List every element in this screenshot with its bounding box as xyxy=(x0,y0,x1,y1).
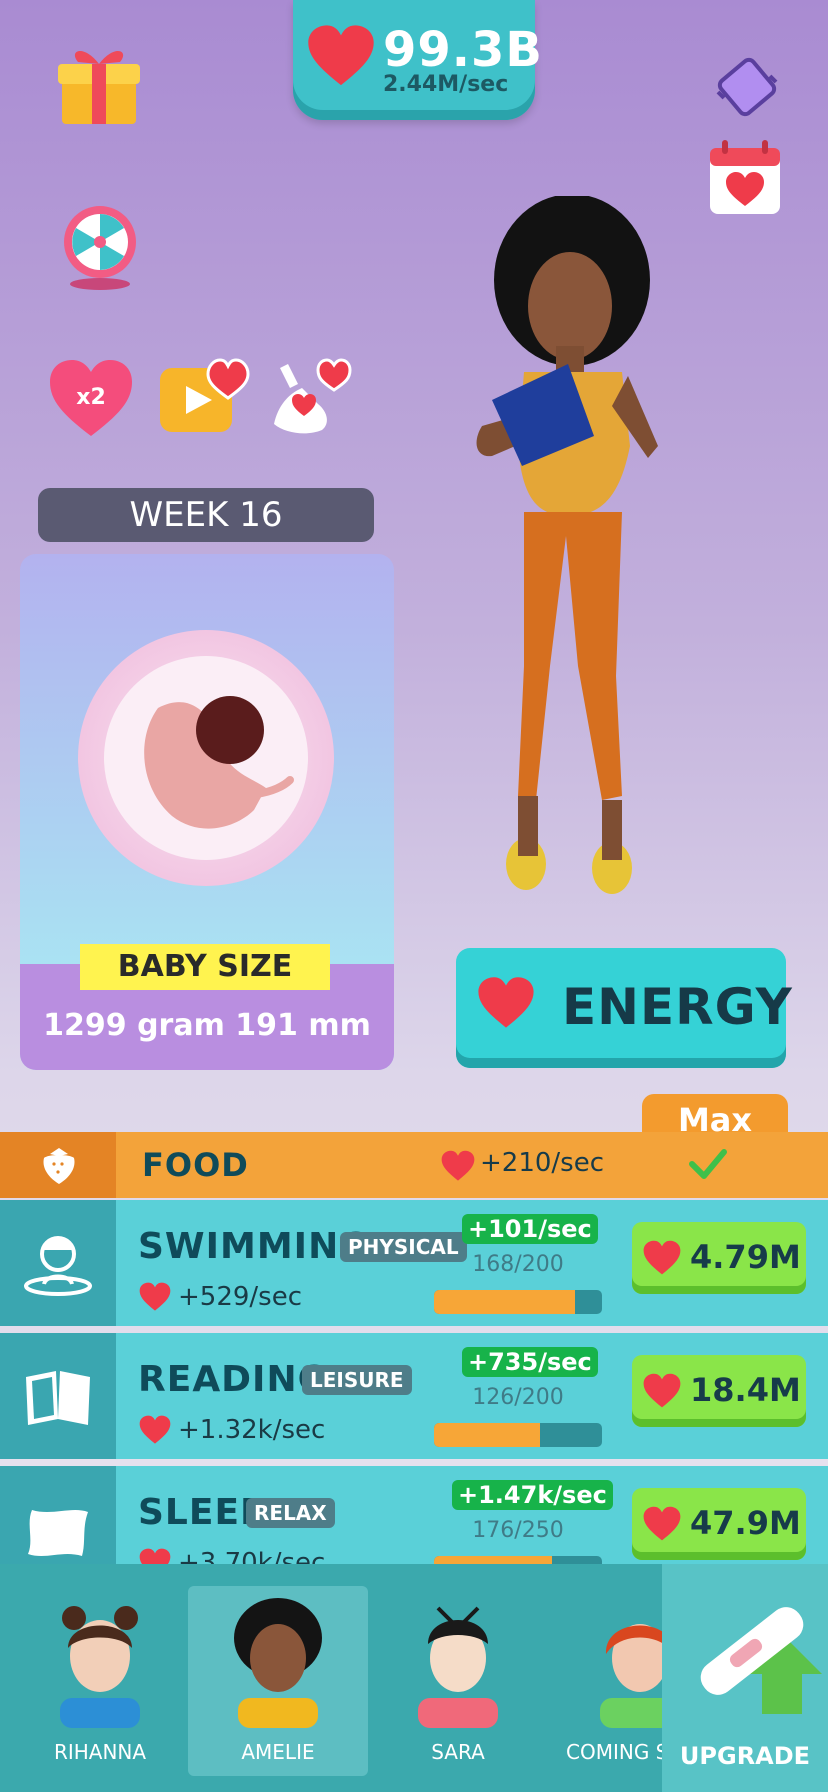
activity-progress-bar xyxy=(434,1423,602,1447)
heart-icon xyxy=(478,977,534,1028)
hands-heart-icon[interactable] xyxy=(268,354,358,436)
upgrade-button[interactable]: UPGRADE xyxy=(662,1564,828,1792)
buy-button[interactable]: 4.79M xyxy=(632,1222,806,1294)
check-icon xyxy=(689,1149,727,1179)
heart-icon xyxy=(139,1282,171,1311)
spin-wheel-icon[interactable] xyxy=(58,200,142,292)
gift-icon[interactable] xyxy=(54,40,144,130)
food-rate: +210/sec xyxy=(480,1148,605,1178)
activity-progress-text: 126/200 xyxy=(472,1385,564,1410)
heart-icon xyxy=(308,25,374,86)
svg-text:x2: x2 xyxy=(76,385,106,410)
pregnancy-test-icon xyxy=(700,1607,822,1714)
nav-item-amelie[interactable]: AMELIE xyxy=(188,1586,368,1776)
swimmer-icon xyxy=(24,1236,92,1296)
baby-card[interactable]: BABY SIZE 1299 gram 191 mm xyxy=(20,554,394,1070)
book-icon xyxy=(26,1371,90,1425)
activity-title: READING xyxy=(138,1359,329,1400)
baby-size-value: 1299 gram 191 mm xyxy=(43,1008,371,1043)
activity-bonus: +1.47k/sec xyxy=(452,1480,613,1510)
heart-icon xyxy=(643,1240,681,1275)
character-amelie xyxy=(476,196,658,894)
nav-label: RIHANNA xyxy=(53,1740,147,1764)
baby-size-label: BABY SIZE xyxy=(80,944,330,990)
strawberry-icon xyxy=(43,1148,75,1184)
buy-button[interactable]: 47.9M xyxy=(632,1488,806,1560)
buy-price: 47.9M xyxy=(690,1504,801,1542)
activity-icon-cell xyxy=(0,1200,116,1326)
calendar-heart-icon[interactable] xyxy=(706,138,784,218)
currency-amount: 99.3B xyxy=(383,22,544,78)
video-heart-icon[interactable] xyxy=(158,350,250,436)
progress-fill xyxy=(434,1423,540,1447)
buy-button[interactable]: 18.4M xyxy=(632,1355,806,1427)
nav-label: SARA xyxy=(431,1740,485,1764)
activity-row-reading[interactable]: READING LEISURE +1.32k/sec +735/sec 126/… xyxy=(0,1333,828,1459)
activity-rate: +529/sec xyxy=(178,1282,303,1312)
week-label: WEEK 16 xyxy=(38,488,374,542)
buy-price: 18.4M xyxy=(690,1371,801,1409)
progress-fill xyxy=(434,1290,576,1314)
currency-rate: 2.44M/sec xyxy=(383,72,509,97)
heart-icon xyxy=(643,1373,681,1408)
activity-progress-text: 176/250 xyxy=(472,1518,564,1543)
avatar xyxy=(418,1606,498,1728)
food-icon-cell xyxy=(0,1132,116,1198)
activity-tag: LEISURE xyxy=(302,1365,412,1395)
activity-icon-cell xyxy=(0,1333,116,1459)
activity-progress-bar xyxy=(434,1290,602,1314)
avatar xyxy=(60,1606,140,1728)
activity-tag: RELAX xyxy=(246,1498,335,1528)
heart-icon xyxy=(139,1415,171,1444)
pillow-icon xyxy=(28,1510,88,1556)
avatar xyxy=(600,1624,662,1728)
activity-title: SWIMMING xyxy=(138,1226,370,1267)
energy-label: ENERGY xyxy=(562,978,793,1036)
nav-label: AMELIE xyxy=(241,1740,315,1764)
food-row[interactable]: FOOD +210/sec xyxy=(0,1132,828,1198)
heart-icon xyxy=(643,1506,681,1541)
nav-item-rihanna[interactable]: RIHANNA xyxy=(10,1564,190,1792)
currency-panel: 99.3B 2.44M/sec xyxy=(293,0,542,120)
upgrade-label: UPGRADE xyxy=(679,1742,811,1770)
nav-item-coming-soon[interactable]: COMING S xyxy=(548,1564,662,1792)
activity-bonus: +735/sec xyxy=(462,1347,598,1377)
activity-row-swimming[interactable]: SWIMMING PHYSICAL +529/sec +101/sec 168/… xyxy=(0,1200,828,1326)
activity-rate: +1.32k/sec xyxy=(178,1415,326,1445)
phone-rotate-icon[interactable] xyxy=(712,52,782,122)
food-title: FOOD xyxy=(142,1146,249,1184)
fetus-image xyxy=(144,696,294,829)
avatar xyxy=(234,1598,322,1728)
energy-button[interactable]: ENERGY xyxy=(456,948,792,1068)
buy-price: 4.79M xyxy=(690,1238,801,1276)
nav-item-sara[interactable]: SARA xyxy=(368,1564,548,1792)
heart-icon xyxy=(441,1150,475,1181)
x2-heart-icon[interactable]: x2 xyxy=(48,358,134,440)
activity-bonus: +101/sec xyxy=(462,1214,598,1244)
nav-label: COMING S xyxy=(566,1740,662,1764)
activity-progress-text: 168/200 xyxy=(472,1252,564,1277)
